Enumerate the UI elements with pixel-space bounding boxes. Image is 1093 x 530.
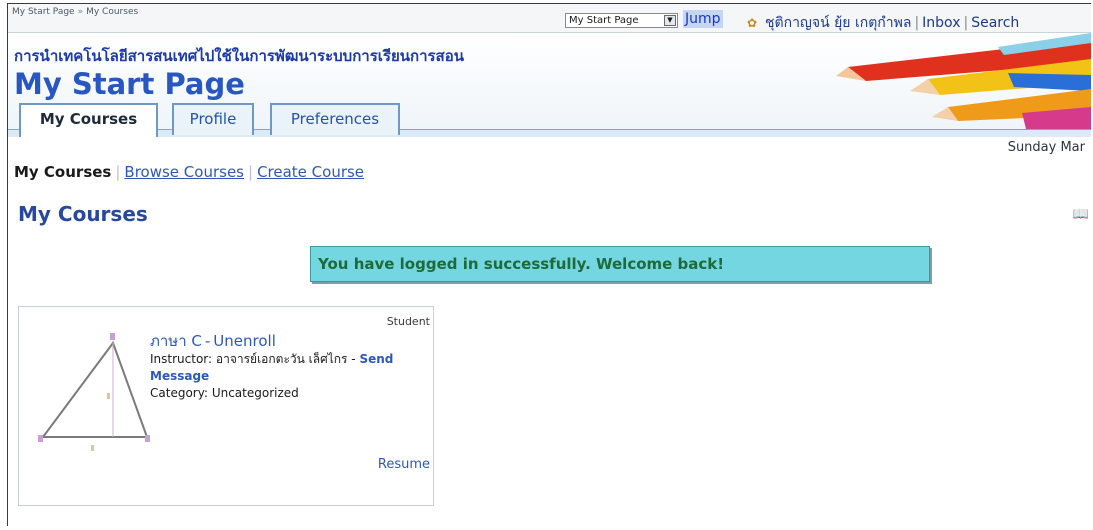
jump-select-value: My Start Page <box>569 15 639 26</box>
user-links: ชุติกาญจน์ ยุ้ย เกตุกำพล | Inbox | Search <box>765 12 1019 34</box>
browse-courses-link[interactable]: Browse Courses <box>124 163 244 181</box>
create-course-link[interactable]: Create Course <box>257 163 364 181</box>
course-title: ภาษา C - Unenroll <box>150 329 276 353</box>
breadcrumb-item-start[interactable]: My Start Page <box>12 7 75 17</box>
breadcrumb: My Start Page» My Courses <box>12 7 138 17</box>
course-meta: Instructor: อาจารย์เอกตะวัน เล็ศไกร - Se… <box>150 352 394 400</box>
course-card: Student ภาษา C - Unenroll Instructor: อาจา… <box>18 306 434 506</box>
tab-preferences[interactable]: Preferences <box>270 103 400 135</box>
date-text: Sunday Mar <box>1007 140 1085 155</box>
jump-button[interactable]: Jump <box>683 10 723 28</box>
course-thumbnail <box>38 333 150 451</box>
user-name-link[interactable]: ชุติกาญจน์ ยุ้ย เกตุกำพล <box>765 15 911 31</box>
unenroll-link[interactable]: Unenroll <box>213 332 276 350</box>
page-title: My Start Page <box>14 67 245 101</box>
divider: | <box>914 15 920 31</box>
section-heading: My Courses <box>18 202 148 226</box>
course-title-separator: - <box>204 332 211 350</box>
jump-select[interactable]: My Start Page ▼ <box>565 13 678 28</box>
instructor-name: อาจารย์เอกตะวัน เล็ศไกร <box>215 352 348 366</box>
page-banner: การนำเทคโนโลยีสารสนเทศไปใช้ในการพัฒนาระบ… <box>8 33 1091 137</box>
tab-profile[interactable]: Profile <box>172 103 254 135</box>
resume-link[interactable]: Resume <box>378 457 430 472</box>
user-icon: ✿ <box>747 16 758 30</box>
login-success-notice: You have logged in successfully. Welcome… <box>310 246 930 282</box>
breadcrumb-item-courses: My Courses <box>86 7 139 17</box>
tab-my-courses[interactable]: My Courses <box>19 103 158 137</box>
divider: | <box>115 163 121 181</box>
browser-frame: My Start Page» My Courses My Start Page ▼… <box>7 3 1091 526</box>
instructor-label: Instructor: <box>150 352 213 366</box>
book-icon[interactable]: 📖 <box>1073 207 1089 222</box>
category-label: Category: <box>150 386 208 400</box>
top-bar: My Start Page» My Courses My Start Page ▼… <box>8 4 1091 33</box>
tab-strip <box>8 129 1091 137</box>
chevron-down-icon[interactable]: ▼ <box>664 15 676 26</box>
divider: | <box>248 163 254 181</box>
site-subtitle: การนำเทคโนโลยีสารสนเทศไปใช้ในการพัฒนาระบ… <box>14 47 464 65</box>
course-name-link[interactable]: ภาษา C <box>150 332 202 350</box>
category-value: Uncategorized <box>211 386 299 400</box>
breadcrumb-separator: » <box>77 7 84 17</box>
search-link[interactable]: Search <box>971 15 1019 31</box>
subnav-my-courses: My Courses <box>14 163 112 181</box>
colored-pencils-image <box>836 33 1091 137</box>
divider: | <box>963 15 969 31</box>
course-subnav: My Courses | Browse Courses | Create Course <box>14 163 364 181</box>
role-badge: Student <box>386 315 430 328</box>
inbox-link[interactable]: Inbox <box>922 15 960 31</box>
